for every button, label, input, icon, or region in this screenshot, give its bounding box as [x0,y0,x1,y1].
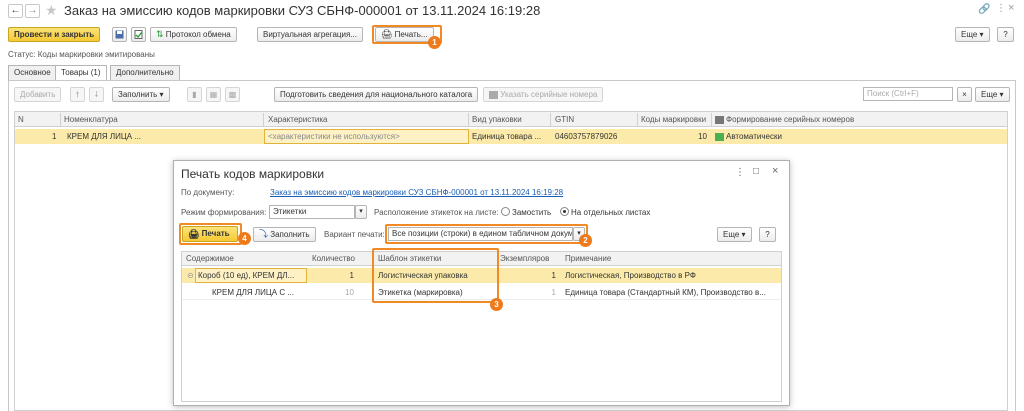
clear-search-button[interactable]: × [957,87,972,102]
status-text: Статус: Коды маркировки эмитированы [8,50,155,59]
fill-icon: ⤵ [259,229,269,240]
grid-icon: ▦ [209,90,218,99]
col-header-copies[interactable]: Экземпляров [500,252,549,266]
link-icon[interactable]: 🔗 [978,4,990,15]
col-header-n[interactable]: N [18,112,24,127]
dialog-help-button[interactable]: ? [759,227,776,242]
dialog-menu-icon[interactable]: ⋮ [735,167,745,178]
exchange-protocol-button[interactable]: ⇅ Протокол обмена [150,27,237,42]
mode-dropdown-button[interactable]: ▾ [355,205,367,219]
exchange-icon: ⇅ [156,29,164,40]
cell-pack-type[interactable]: Единица товара ... [472,129,541,144]
save-icon [115,30,124,39]
close-icon[interactable]: × [1008,2,1014,14]
goods-more-button[interactable]: Еще ▾ [975,87,1010,102]
prepare-catalog-button[interactable]: Подготовить сведения для национального к… [274,87,479,102]
row2-note[interactable]: Единица товара (Стандартный КМ), Произво… [565,285,766,300]
move-down-button[interactable]: 🠗 [89,87,104,102]
fill-dropdown-button[interactable]: Заполнить ▾ [112,87,170,102]
tab-main[interactable]: Основное [8,65,57,80]
row1-qty[interactable]: 1 [310,268,354,283]
cell-gtin[interactable]: 04603757879026 [555,129,617,144]
col-header-serial-gen[interactable]: Формирование серийных номеров [715,112,854,127]
back-button[interactable]: ← [8,4,23,18]
window-title: Заказ на эмиссию кодов маркировки СУЗ СБ… [64,3,541,18]
post-document-icon [134,30,143,40]
mode-select[interactable]: Этикетки [269,205,355,219]
callout-badge-4: 4 [238,232,251,245]
mode-label: Режим формирования: [181,208,267,217]
barcode-icon: ▮ [192,90,197,99]
arrow-up-icon: 🠕 [75,90,80,99]
row1-copies[interactable]: 1 [500,268,556,283]
add-button[interactable]: Добавить [14,87,62,102]
help-button[interactable]: ? [997,27,1014,42]
cell-characteristic: <характеристики не используются> [268,132,400,141]
col-header-pack-type[interactable]: Вид упаковки [472,112,522,127]
radio-separate[interactable]: На отдельных листах [560,207,650,217]
doc-link[interactable]: Заказ на эмиссию кодов маркировки СУЗ СБ… [270,188,563,197]
variant-label: Вариант печати: [324,230,385,239]
save-button[interactable] [112,27,127,42]
col-header-note[interactable]: Примечание [565,252,611,266]
serial-format-icon [715,115,724,124]
col-header-gtin[interactable]: GTIN [555,112,574,127]
radio-circle-separate [560,207,569,216]
col-header-codes[interactable]: Коды маркировки [641,112,706,127]
row1-content: Короб (10 ед), КРЕМ ДЛ... [198,271,295,280]
row1-note[interactable]: Логистическая, Производство в РФ [565,268,696,283]
cell-n: 1 [52,132,57,141]
structure-icon: ▩ [228,90,237,99]
col-header-nomenclature[interactable]: Номенклатура [64,112,118,127]
radio-circle-tile [501,207,510,216]
callout-badge-1: 1 [428,36,441,49]
callout-badge-3: 3 [490,298,503,311]
collapse-icon[interactable]: ⊝ [187,268,194,283]
search-input[interactable]: Поиск (Ctrl+F) [863,87,953,101]
move-up-button[interactable]: 🠕 [70,87,85,102]
dialog-maximize-icon[interactable]: □ [753,166,759,177]
cell-nomenclature[interactable]: КРЕМ ДЛЯ ЛИЦА ... [67,129,141,144]
row2-qty[interactable]: 10 [310,285,354,300]
highlight-frame-2 [385,224,588,244]
post-and-close-button[interactable]: Провести и закрыть [8,27,101,42]
col-header-content[interactable]: Содержимое [186,252,234,266]
star-icon[interactable]: ★ [45,2,58,19]
serial-numbers-button[interactable]: Указать серийные номера [483,87,604,102]
more-button[interactable]: Еще ▾ [955,27,990,42]
cell-codes[interactable]: 10 [641,129,707,144]
layout-label: Расположение этикеток на листе: [374,208,499,217]
highlight-frame-3 [372,248,499,303]
highlight-frame-4 [179,223,242,245]
dialog-close-icon[interactable]: × [772,165,778,177]
row2-content: КРЕМ ДЛЯ ЛИЦА С ... [212,288,295,297]
virtual-aggregation-button[interactable]: Виртуальная агрегация... [257,27,363,42]
doc-label: По документу: [181,188,235,197]
dialog-more-button[interactable]: Еще ▾ [717,227,752,242]
auto-icon [715,132,724,141]
col-header-qty[interactable]: Количество [312,252,355,266]
serial-numbers-icon [489,90,498,99]
cell-serial-gen[interactable]: Автоматически [715,129,782,144]
dialog-title: Печать кодов маркировки [181,167,325,181]
row2-copies[interactable]: 1 [500,285,556,300]
callout-badge-2: 2 [579,234,592,247]
barcode-button[interactable]: ▮ [187,87,202,102]
dialog-fill-button[interactable]: ⤵ Заполнить [253,227,316,242]
tab-additional[interactable]: Дополнительно [110,65,180,80]
post-button[interactable] [131,27,146,42]
menu-dots-icon[interactable]: ⋮ [996,3,1006,14]
tab-goods[interactable]: Товары (1) [55,65,107,81]
radio-tile[interactable]: Замостить [501,207,551,217]
col-header-characteristic[interactable]: Характеристика [268,112,327,127]
structure-button[interactable]: ▩ [225,87,240,102]
grid-button[interactable]: ▦ [206,87,221,102]
forward-button[interactable]: → [25,4,40,18]
arrow-down-icon: 🠗 [94,90,99,99]
